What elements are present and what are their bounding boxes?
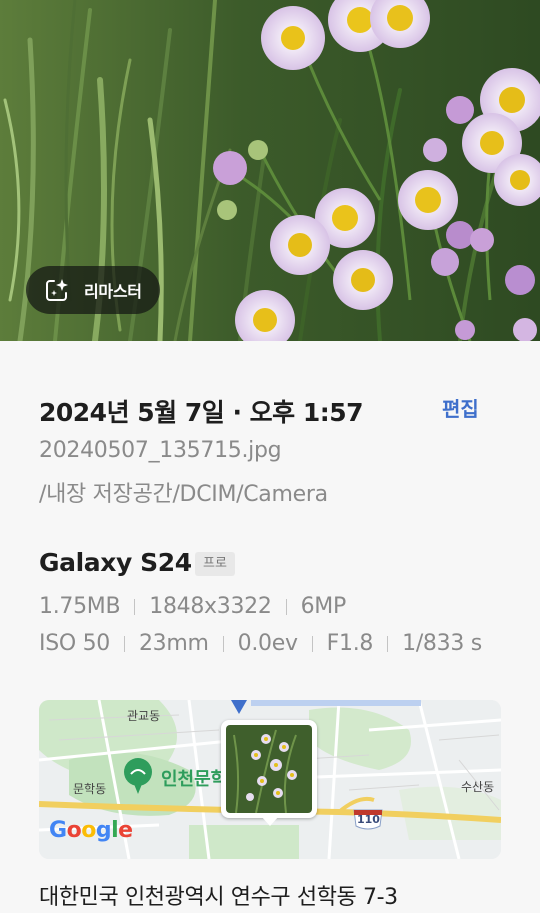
divider xyxy=(222,635,224,652)
map-label-susan: 수산동 xyxy=(461,780,495,794)
google-letter: o xyxy=(81,818,96,843)
map-label-munhak: 문학동 xyxy=(73,782,107,796)
google-logo: Google xyxy=(49,818,133,843)
map-label-gwangyo: 관교동 xyxy=(127,709,161,723)
edit-details-button[interactable]: 편집 xyxy=(442,393,479,422)
google-letter: g xyxy=(95,818,112,843)
remaster-button[interactable]: 리마스터 xyxy=(26,266,160,314)
google-letter: e xyxy=(118,818,133,843)
google-letter: l xyxy=(111,818,119,843)
location-address: 대한민국 인천광역시 연수구 선학동 7-3 xyxy=(39,885,398,910)
exposure-value: 0.0ev xyxy=(237,631,298,656)
pro-mode-badge: 프로 xyxy=(195,552,235,576)
thumbnail-pointer xyxy=(261,816,279,826)
divider xyxy=(123,635,125,652)
divider xyxy=(387,635,389,652)
details-panel: 2024년 5월 7일 · 오후 1:57 편집 20240507_135715… xyxy=(0,341,540,913)
megapixels: 6MP xyxy=(300,594,347,619)
route-number: 110 xyxy=(357,813,380,826)
exposure-meta-row: ISO 50 23mm 0.0ev F1.8 1/833 s xyxy=(39,631,482,656)
focal-length: 23mm xyxy=(138,631,209,656)
location-map[interactable]: 관교동 문학동 인천문학 수산동 110 Google xyxy=(39,700,501,859)
shutter-speed: 1/833 s xyxy=(402,631,482,656)
iso-value: ISO 50 xyxy=(39,631,110,656)
remaster-sparkle-icon xyxy=(46,279,68,301)
resolution: 1848x3322 xyxy=(149,594,272,619)
map-label-incheon-munhak: 인천문학 xyxy=(161,769,228,790)
file-size: 1.75MB xyxy=(39,594,121,619)
camera-model: Galaxy S24 xyxy=(39,548,192,577)
date-time-title: 2024년 5월 7일 · 오후 1:57 xyxy=(39,398,364,427)
photo-preview[interactable]: 리마스터 xyxy=(0,0,540,341)
location-photo-thumbnail[interactable] xyxy=(221,720,317,818)
file-path: /내장 저장공간/DCIM/Camera xyxy=(39,482,328,507)
divider xyxy=(311,635,313,652)
divider xyxy=(134,598,136,615)
file-meta-row: 1.75MB 1848x3322 6MP xyxy=(39,594,346,619)
thumbnail-image xyxy=(226,725,312,813)
google-letter: o xyxy=(66,818,82,843)
aperture: F1.8 xyxy=(326,631,374,656)
google-letter: G xyxy=(49,818,67,843)
divider xyxy=(285,598,287,615)
file-name: 20240507_135715.jpg xyxy=(39,438,282,463)
remaster-label: 리마스터 xyxy=(84,282,142,301)
